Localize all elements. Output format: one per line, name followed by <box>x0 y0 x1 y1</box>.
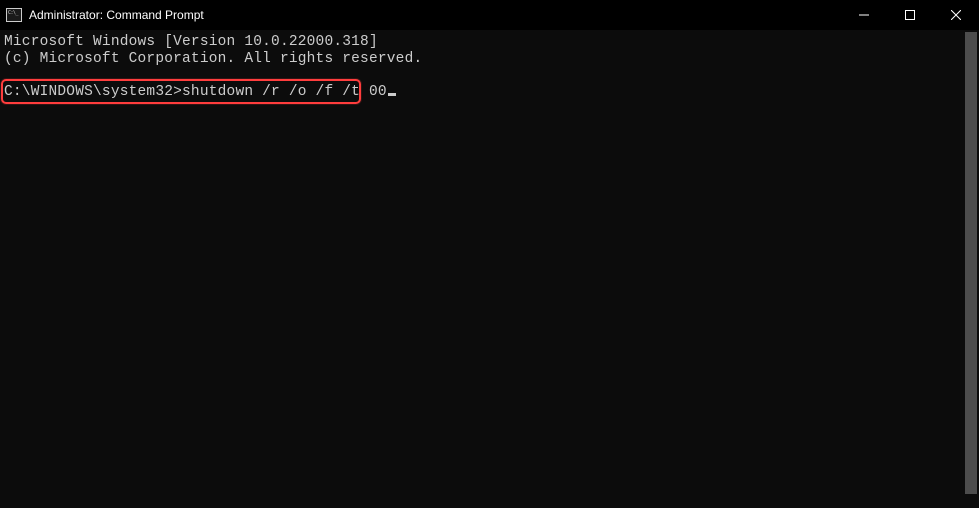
titlebar[interactable]: Administrator: Command Prompt <box>0 0 979 30</box>
command-input[interactable]: shutdown /r /o /f /t 00 <box>182 84 387 100</box>
close-icon <box>951 10 961 20</box>
terminal-output[interactable]: Microsoft Windows [Version 10.0.22000.31… <box>0 30 979 508</box>
maximize-button[interactable] <box>887 0 933 30</box>
minimize-icon <box>859 10 869 20</box>
vertical-scrollbar[interactable] <box>963 30 979 508</box>
window-title: Administrator: Command Prompt <box>29 8 204 22</box>
version-line: Microsoft Windows [Version 10.0.22000.31… <box>4 34 979 51</box>
copyright-line: (c) Microsoft Corporation. All rights re… <box>4 51 979 68</box>
cursor <box>388 93 396 96</box>
command-prompt-window: Administrator: Command Prompt Micr <box>0 0 979 508</box>
cmd-icon <box>6 8 22 22</box>
minimize-button[interactable] <box>841 0 887 30</box>
prompt-path: C:\WINDOWS\system32> <box>4 84 182 100</box>
prompt-line: C:\WINDOWS\system32>shutdown /r /o /f /t… <box>4 84 979 101</box>
close-button[interactable] <box>933 0 979 30</box>
window-controls <box>841 0 979 30</box>
blank-line <box>4 67 979 84</box>
maximize-icon <box>905 10 915 20</box>
titlebar-left: Administrator: Command Prompt <box>6 8 204 22</box>
scrollbar-thumb[interactable] <box>965 32 977 494</box>
